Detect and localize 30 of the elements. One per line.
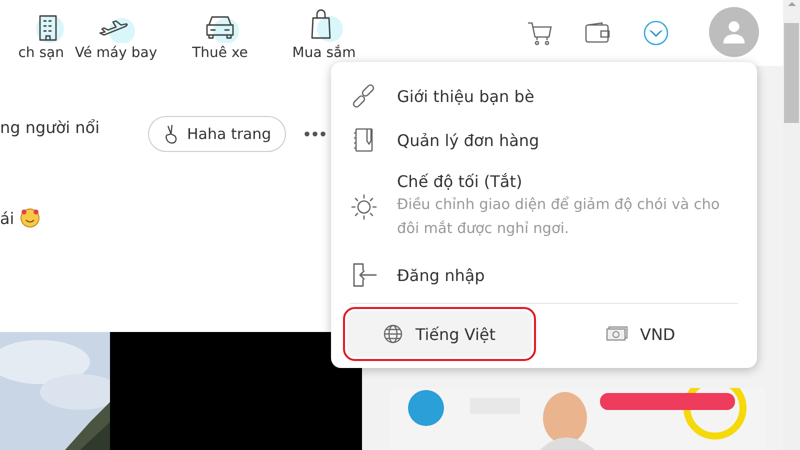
follow-button[interactable]: Haha trang [148,116,286,152]
login-icon [351,262,377,288]
language-button[interactable]: Tiếng Việt [347,311,532,357]
currency-button[interactable]: VND [600,324,682,344]
menu-item[interactable]: Chế độ tối (Tắt) Điều chỉnh giao diện để giảm độ chói và cho đôi mắt được nghỉ ngơi. [331,162,757,253]
nav-item[interactable]: ch sạn [0,0,64,66]
post-text: ng người nổi [0,118,101,136]
link-icon [351,83,377,109]
scroll-up-icon[interactable] [786,0,796,8]
smiley-icon [20,208,40,228]
logo-icon[interactable] [643,20,669,46]
avatar-button[interactable] [709,7,759,57]
menu-item[interactable]: Quản lý đơn hàng [331,118,757,162]
nav-item[interactable]: Thuê xe [168,0,272,66]
banknote-icon [606,326,628,342]
nav-item[interactable]: Vé máy bay [64,0,168,66]
more-icon[interactable] [304,131,326,137]
globe-icon [383,324,404,344]
user-icon [721,19,747,45]
menu-item[interactable]: Đăng nhập [331,253,757,297]
scroll-thumb[interactable] [784,23,799,123]
cart-icon[interactable] [527,20,553,46]
sun-icon [351,194,377,220]
notebook-icon [353,127,375,153]
post-text: ái [0,208,14,228]
menu-item[interactable]: Giới thiệu bạn bè [331,74,757,118]
wallet-icon[interactable] [585,22,611,44]
building-icon [36,13,64,43]
nav-item[interactable]: Mua sắm [272,0,376,66]
scrollbar-track[interactable] [783,0,800,450]
